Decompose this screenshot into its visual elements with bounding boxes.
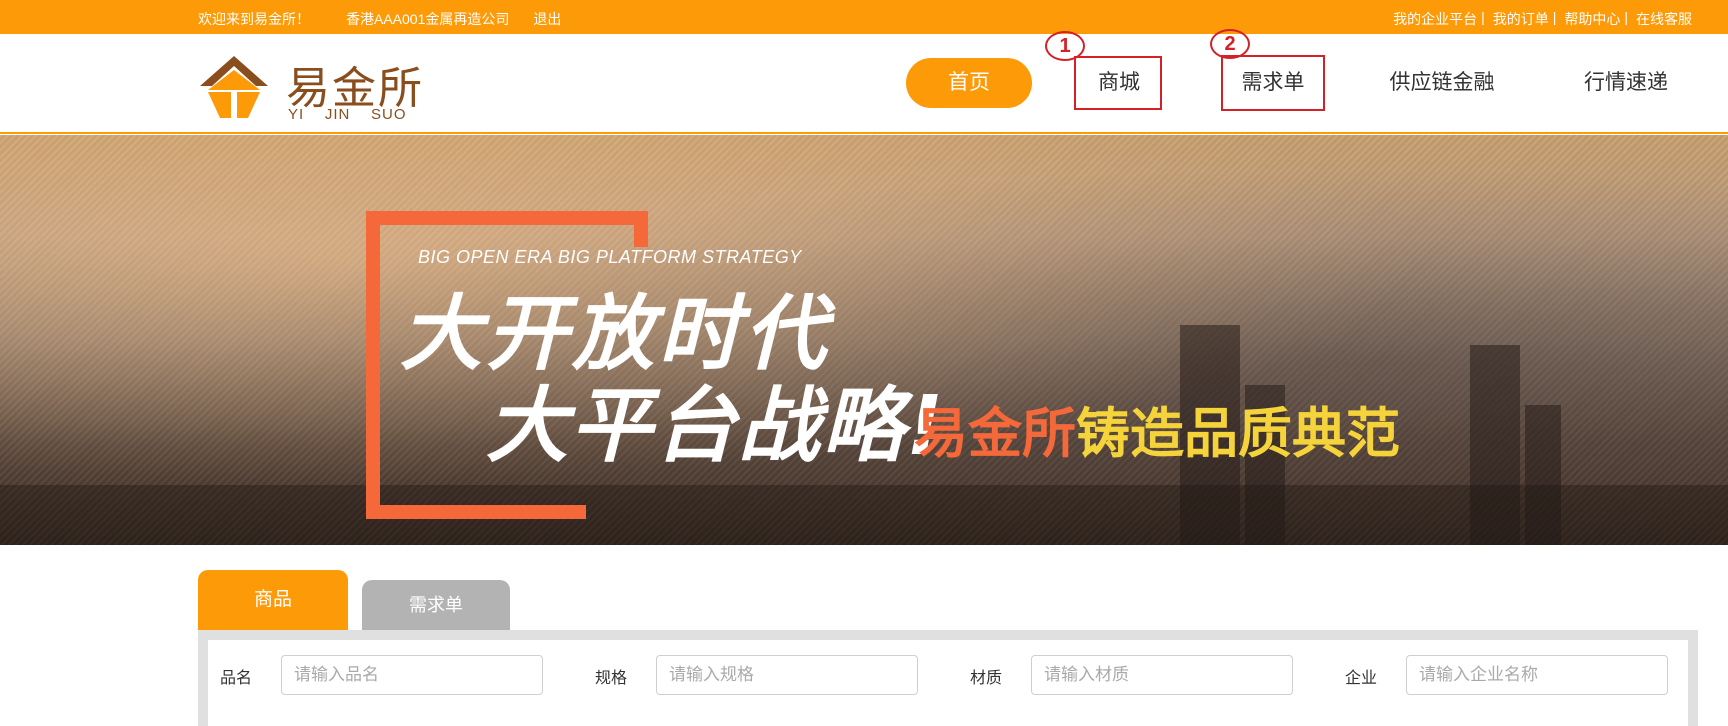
product-name-label: 品名 [220,670,253,687]
banner-slogan-line2: 大平台战略! [486,379,946,474]
annotation-box-1 [1074,56,1162,110]
banner-glow [0,135,1728,545]
separator: | [1481,9,1485,25]
logout-link[interactable]: 退出 [533,9,561,29]
annotation-marker-2: 2 [1210,29,1250,59]
tab-products[interactable]: 商品 [198,570,348,632]
tab-demand[interactable]: 需求单 [362,580,510,632]
site-logo[interactable]: 易金所 YI JIN SUO [198,52,438,123]
my-enterprise-link[interactable]: 我的企业平台 [1393,9,1477,29]
banner-brand-tagline: 铸造品质典范 [1076,401,1400,465]
banner-frame [366,211,648,225]
my-orders-link[interactable]: 我的订单 [1493,9,1549,29]
welcome-text: 欢迎来到易金所！ [198,11,310,27]
enterprise-label: 企业 [1345,670,1378,687]
material-input[interactable] [1031,655,1293,695]
spec-input[interactable] [656,655,918,695]
help-center-link[interactable]: 帮助中心 [1564,9,1620,29]
banner-english-slogan: BIG OPEN ERA BIG PLATFORM STRATEGY [418,247,802,267]
annotation-marker-1: 1 [1045,31,1085,61]
enterprise-input[interactable] [1406,655,1668,695]
spec-label: 规格 [595,670,628,687]
product-name-input[interactable] [281,655,543,695]
nav-market-news[interactable]: 行情速递 [1576,58,1676,108]
banner-frame [366,505,586,519]
annotation-box-2 [1221,55,1325,111]
logo-english: YI JIN SUO [288,106,407,123]
skyline-base [0,485,1728,545]
company-name: 香港AAA001金属再造公司 [346,11,510,27]
banner-brand-name: 易金所 [914,401,1076,465]
nav-home[interactable]: 首页 [906,58,1032,108]
hero-banner: BIG OPEN ERA BIG PLATFORM STRATEGY 大开放时代… [0,135,1728,545]
separator: | [1552,9,1557,25]
nav-supply-chain-finance[interactable]: 供应链金融 [1380,58,1504,108]
site-header: 易金所 YI JIN SUO 首页 商城 需求单 供应链金融 行情速递 [0,34,1728,134]
logo-icon [200,56,268,118]
online-service-link[interactable]: 在线客服 [1636,9,1692,29]
material-label: 材质 [970,670,1003,687]
banner-brand-slogan: 易金所铸造品质典范 [914,389,1400,468]
banner-frame [366,211,380,519]
separator: | [1624,9,1628,25]
top-bar: 欢迎来到易金所！ 香港AAA001金属再造公司 退出 我的企业平台 | 我的订单… [0,0,1728,34]
banner-frame [634,211,648,247]
